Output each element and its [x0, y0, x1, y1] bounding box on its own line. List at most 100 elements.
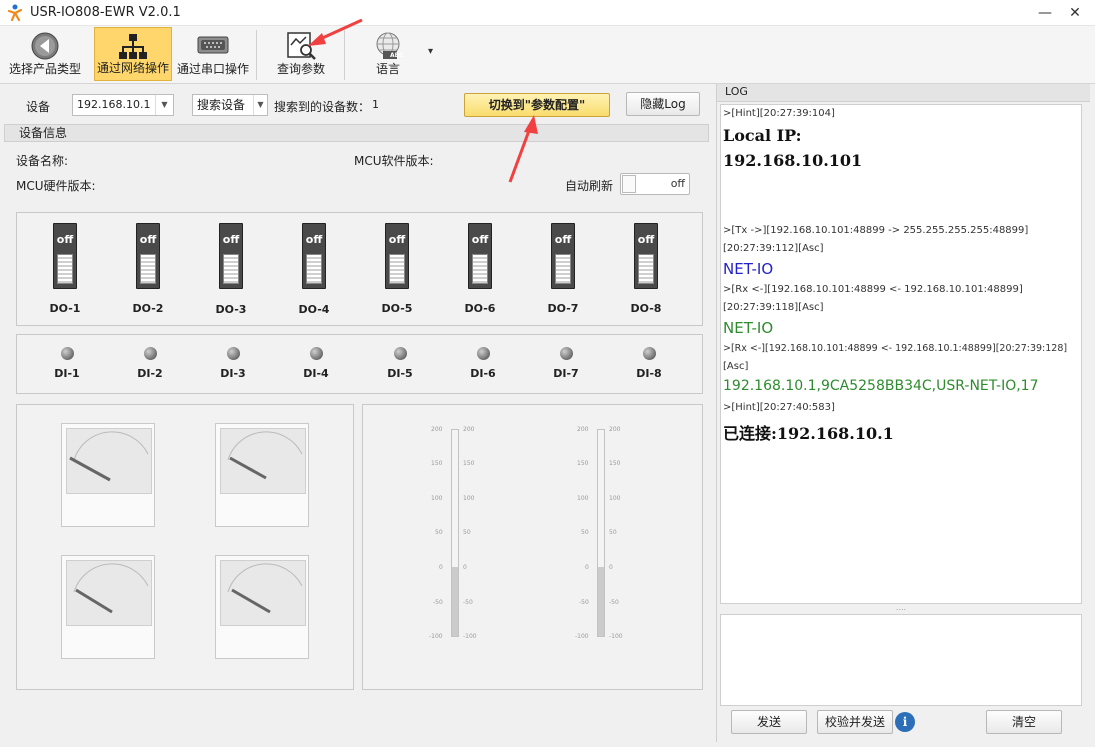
do-switch-2[interactable]: off	[136, 223, 160, 289]
toolbar: 选择产品类型 通过网络操作 通过串口操作 查询参数 ABC 语言 ▾	[0, 26, 1095, 84]
log-line: NET-IO	[723, 260, 774, 278]
di-label-2: DI-2	[137, 367, 163, 380]
check-and-send-button[interactable]: 校验并发送	[817, 710, 893, 734]
network-operation-label: 通过网络操作	[96, 61, 169, 75]
language-button[interactable]: ABC 语言	[350, 27, 426, 81]
device-ip-select[interactable]: 192.168.10.1 ▼	[72, 94, 174, 116]
analog-gauge-4	[215, 555, 309, 659]
di-led-icon	[227, 347, 240, 360]
do-switch-6[interactable]: off	[468, 223, 492, 289]
toggle-knob	[622, 175, 636, 193]
mcu-hardware-version-label: MCU硬件版本:	[16, 179, 96, 193]
analog-gauge-2	[215, 423, 309, 527]
di-label-4: DI-4	[303, 367, 329, 380]
network-operation-button[interactable]: 通过网络操作	[94, 27, 172, 81]
do-label-4: DO-4	[298, 303, 330, 316]
log-line: >[Tx ->][192.168.10.101:48899 -> 255.255…	[723, 225, 1029, 236]
analog-bars-panel: 200 200 150 150 100 100 50 50 00 -50 -50 -100…	[362, 404, 703, 690]
do-switch-1[interactable]: off	[53, 223, 77, 289]
do-label-1: DO-1	[49, 302, 81, 315]
search-chart-icon	[287, 32, 316, 60]
select-product-label: 选择产品类型	[8, 62, 81, 76]
log-line: [20:27:39:118][Asc]	[723, 302, 824, 313]
back-arrow-icon	[31, 32, 59, 60]
analog-gauge-1	[61, 423, 155, 527]
auto-refresh-state: off	[670, 177, 685, 190]
device-count-value: 1	[372, 98, 379, 111]
gauge-needle-icon	[227, 431, 303, 480]
log-line: 已连接:192.168.10.1	[723, 424, 894, 443]
network-icon	[119, 34, 147, 59]
do-label-7: DO-7	[547, 302, 579, 315]
serial-port-icon	[197, 36, 229, 54]
thermometer-bar-1: 200 200 150 150 100 100 50 50 00 -50 -50 -100…	[429, 426, 477, 640]
search-device-label: 搜索设备	[197, 98, 246, 112]
do-label-6: DO-6	[464, 302, 496, 315]
clear-button[interactable]: 清空	[986, 710, 1062, 734]
device-row: 设备 192.168.10.1 ▼ 搜索设备 ▼ 搜索到的设备数： 1 切换到"…	[4, 86, 713, 122]
device-label: 设备	[26, 100, 51, 114]
analog-gauge-3	[61, 555, 155, 659]
device-name-label: 设备名称:	[16, 154, 69, 168]
log-header: LOG	[717, 84, 1090, 102]
log-splitter[interactable]: ....	[720, 604, 1082, 613]
di-label-3: DI-3	[220, 367, 246, 380]
close-button[interactable]: ✕	[1060, 0, 1090, 26]
toolbar-more-arrow[interactable]: ▾	[428, 46, 433, 57]
log-line: 192.168.10.101	[723, 151, 863, 170]
log-line: >[Rx <-][192.168.10.101:48899 <- 192.168…	[723, 343, 1068, 354]
di-label-8: DI-8	[636, 367, 662, 380]
send-button[interactable]: 发送	[731, 710, 807, 734]
device-ip-value: 192.168.10.1	[77, 98, 151, 111]
info-icon[interactable]: i	[895, 712, 915, 732]
di-led-icon	[560, 347, 573, 360]
hide-log-button[interactable]: 隐藏Log	[626, 92, 700, 116]
log-line: NET-IO	[723, 319, 774, 337]
app-logo-icon	[7, 4, 23, 22]
analog-gauges-panel	[16, 404, 354, 690]
do-label-8: DO-8	[630, 302, 662, 315]
serial-operation-button[interactable]: 通过串口操作	[174, 27, 252, 81]
toolbar-divider	[256, 30, 257, 80]
do-label-5: DO-5	[381, 302, 413, 315]
device-panel: 设备 192.168.10.1 ▼ 搜索设备 ▼ 搜索到的设备数： 1 切换到"…	[4, 86, 713, 742]
gauge-needle-icon	[69, 431, 149, 482]
di-led-icon	[643, 347, 656, 360]
digital-outputs-panel: off DO-1 off DO-2 off DO-3 off DO-4 off DO-5 …	[16, 212, 703, 326]
do-switch-7[interactable]: off	[551, 223, 575, 289]
log-line: >[Hint][20:27:40:583]	[723, 402, 835, 413]
select-product-button[interactable]: 选择产品类型	[4, 27, 86, 81]
log-line: [Asc]	[723, 361, 749, 372]
gauge-needle-icon	[73, 563, 149, 614]
do-label-3: DO-3	[215, 303, 247, 316]
thermometer-bar-2: 200 200 150 150 100 100 50 50 00 -50 -50 -100…	[575, 426, 623, 640]
device-count-label: 搜索到的设备数：	[274, 100, 371, 114]
gauge-needle-icon	[227, 563, 303, 614]
device-info-header: 设备信息	[4, 124, 709, 142]
do-switch-4[interactable]: off	[302, 223, 326, 289]
di-label-5: DI-5	[387, 367, 413, 380]
switch-to-config-button[interactable]: 切换到"参数配置"	[464, 93, 610, 117]
send-input[interactable]	[720, 614, 1082, 706]
log-output[interactable]: >[Hint][20:27:39:104] Local IP: 192.168.…	[720, 104, 1082, 604]
query-params-button[interactable]: 查询参数	[262, 27, 340, 81]
language-label: 语言	[375, 62, 400, 76]
search-device-button[interactable]: 搜索设备 ▼	[192, 94, 268, 116]
do-switch-5[interactable]: off	[385, 223, 409, 289]
title-bar: USR-IO808-EWR V2.0.1 — ✕	[0, 0, 1095, 26]
do-switch-8[interactable]: off	[634, 223, 658, 289]
di-label-1: DI-1	[54, 367, 80, 380]
chevron-down-icon: ▼	[155, 95, 173, 115]
di-led-icon	[144, 347, 157, 360]
auto-refresh-toggle[interactable]: off	[620, 173, 690, 195]
do-switch-3[interactable]: off	[219, 223, 243, 289]
language-badge: ABC	[390, 52, 404, 59]
minimize-button[interactable]: —	[1030, 0, 1060, 26]
di-led-icon	[61, 347, 74, 360]
log-line: [20:27:39:112][Asc]	[723, 243, 824, 254]
di-label-6: DI-6	[470, 367, 496, 380]
do-label-2: DO-2	[132, 302, 164, 315]
log-line: >[Hint][20:27:39:104]	[723, 108, 835, 119]
log-panel: LOG >[Hint][20:27:39:104] Local IP: 192.…	[716, 84, 1090, 742]
window-title: USR-IO808-EWR V2.0.1	[30, 5, 181, 20]
